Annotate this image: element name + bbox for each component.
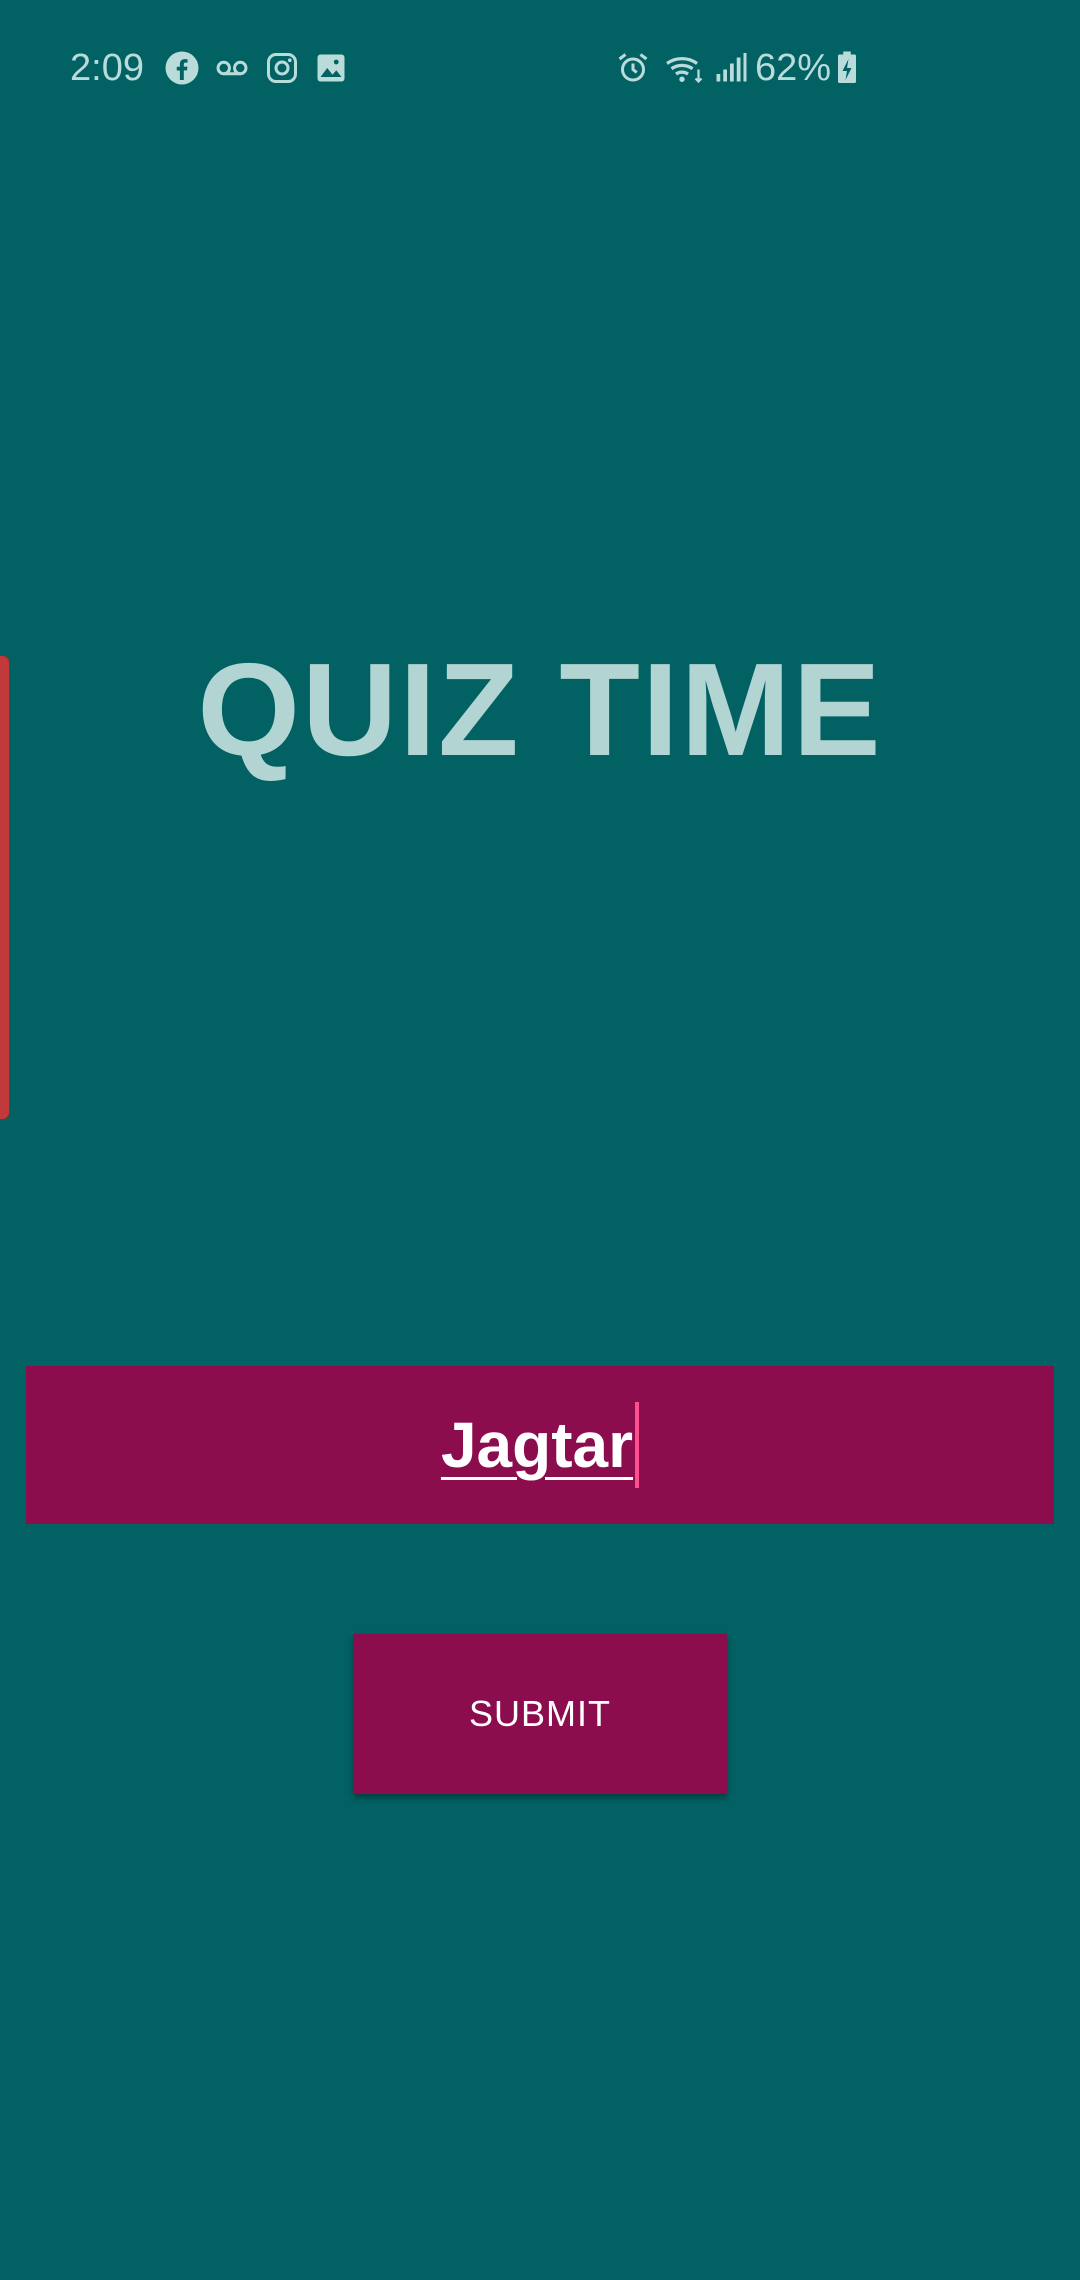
instagram-icon [267,53,297,83]
page-title: QUIZ TIME [197,636,883,783]
signal-icon [716,53,747,82]
submit-button[interactable]: SUBMIT [353,1634,727,1794]
gallery-icon [317,54,345,82]
name-input[interactable]: Jagtar [26,1366,1054,1524]
status-time: 2:09 [70,47,144,89]
text-cursor [635,1402,640,1488]
battery-charging-icon [838,51,856,83]
name-input-value: Jagtar [440,1409,634,1481]
facebook-icon [165,51,199,85]
voicemail-icon [216,60,248,76]
wifi-icon [666,56,703,84]
alarm-icon [618,53,648,82]
battery-percent: 62% [755,47,832,89]
quiz-screen: 2:09 62% QUIZ TIME Jagtar SUBMIT [0,0,1080,2280]
status-bar: 2:09 62% [0,0,1080,140]
